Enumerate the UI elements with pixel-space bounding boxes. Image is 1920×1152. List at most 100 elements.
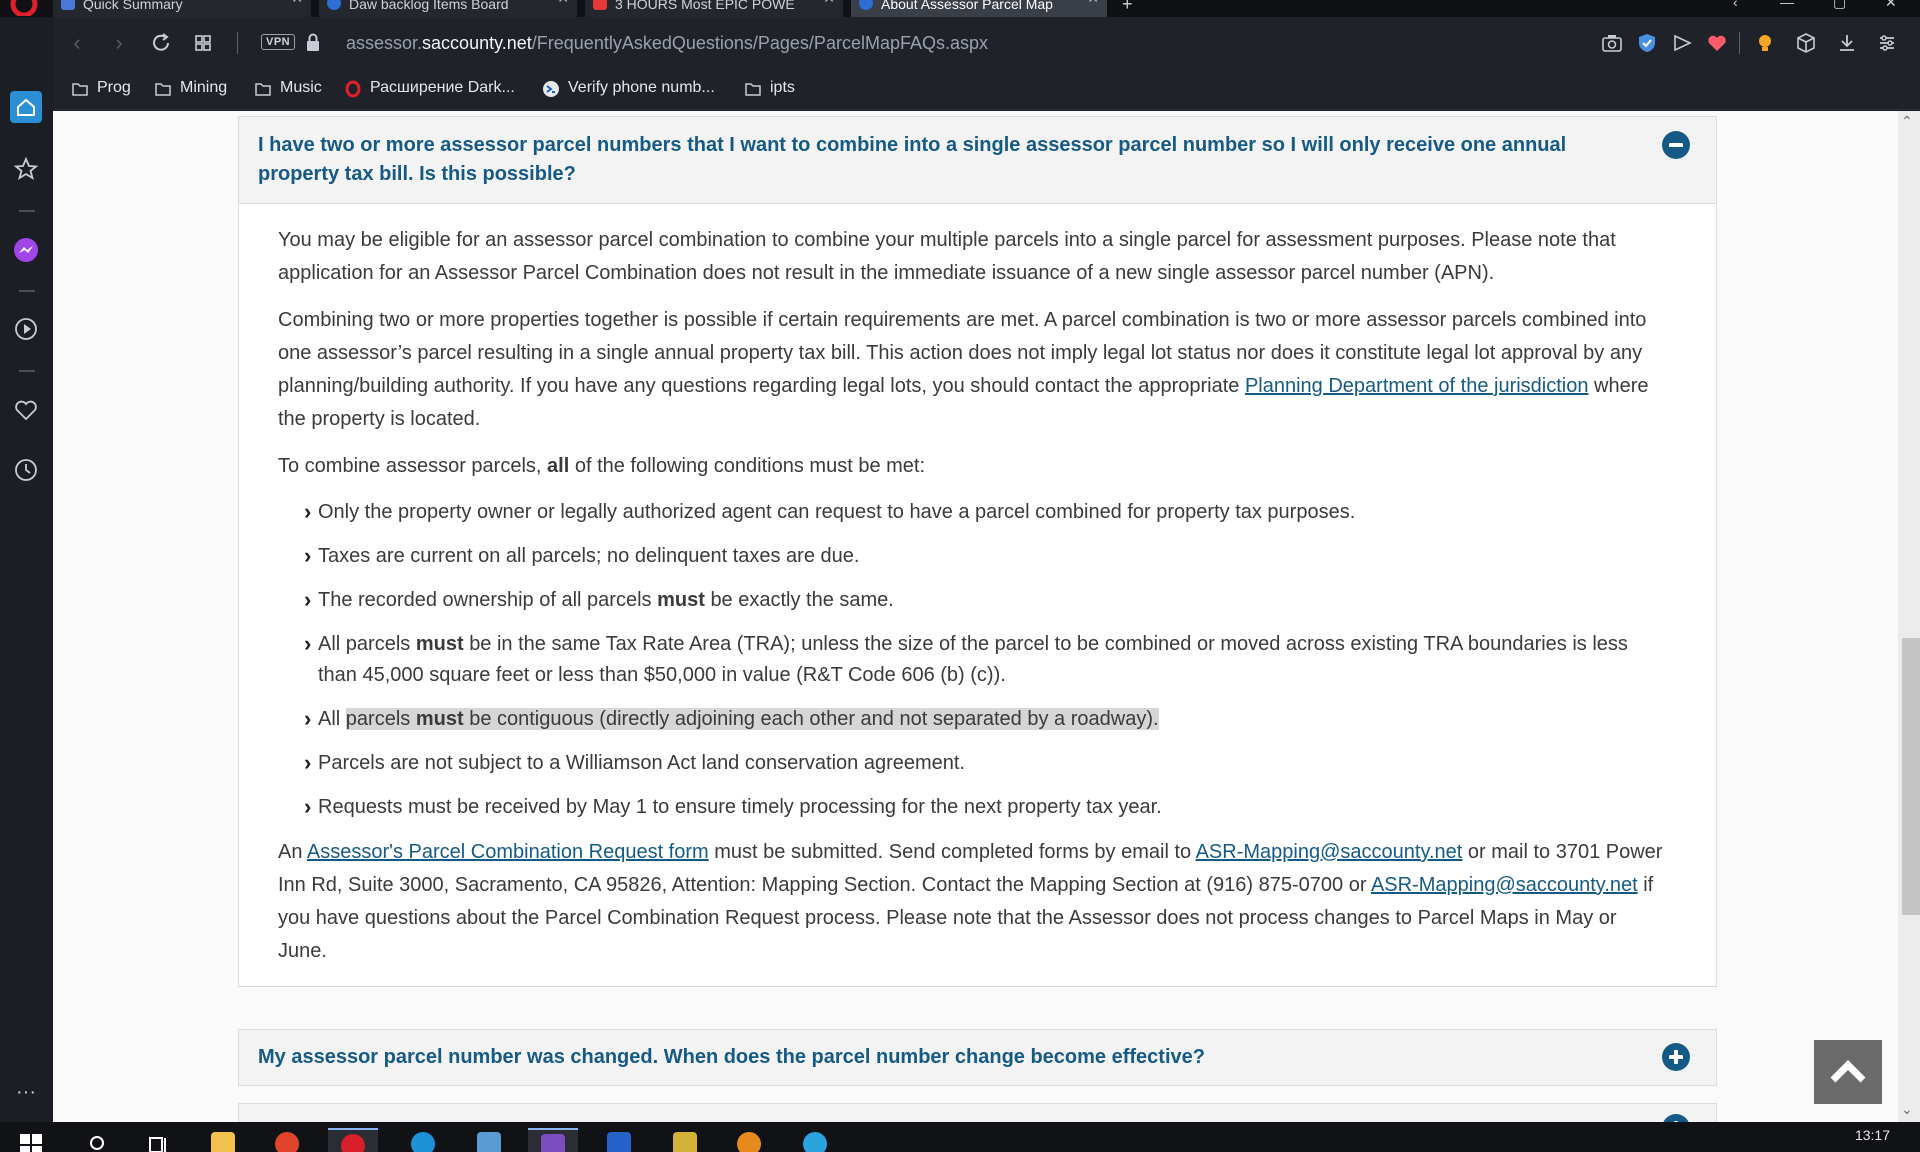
scroll-up-icon[interactable]: ⌃ [1901, 113, 1913, 130]
faq-question-text: My assessor parcel number was changed. W… [258, 1046, 1205, 1068]
send-icon[interactable] [1670, 31, 1694, 55]
paragraph-text: To combine assessor parcels, [278, 455, 542, 477]
vertical-scrollbar[interactable]: ⌃ ⌄ [1898, 111, 1920, 1122]
taskbar-telegram[interactable] [790, 1128, 840, 1152]
bookmark-prog[interactable]: Prog [71, 79, 131, 97]
url-field[interactable]: assessor.saccounty.net/FrequentlyAskedQu… [346, 33, 988, 54]
reload-icon[interactable] [147, 29, 175, 57]
taskbar-skype[interactable] [398, 1128, 448, 1152]
faq-question-header[interactable]: I have two or more assessor parcel numbe… [239, 117, 1716, 204]
shield-icon[interactable] [1635, 31, 1659, 55]
lock-icon[interactable] [306, 32, 320, 52]
camera-icon[interactable] [1600, 31, 1624, 55]
email-link[interactable]: ASR-Mapping@saccounty.net [1371, 874, 1638, 896]
faq-question-header[interactable]: My assessor parcel number was changed. W… [239, 1030, 1716, 1085]
tab-favicon-icon [61, 0, 75, 10]
tab-quick-summary[interactable]: Quick Summary ✕ [53, 0, 311, 17]
tab-youtube-video[interactable]: 3 HOURS Most EPIC POWE ✕ [585, 0, 843, 17]
sidebar-divider [19, 370, 35, 372]
scrollbar-thumb[interactable] [1902, 638, 1920, 915]
selected-text: parcels must be contiguous (directly adj… [345, 708, 1159, 730]
taskbar-explorer[interactable] [198, 1128, 248, 1152]
minimize-icon[interactable]: — [1780, 0, 1794, 10]
close-window-icon[interactable]: ✕ [1885, 0, 1897, 11]
url-path: /FrequentlyAskedQuestions/Pages/ParcelMa… [531, 33, 989, 53]
planning-department-link[interactable]: Planning Department of the jurisdiction [1245, 375, 1589, 397]
heart-flow-icon[interactable] [1705, 31, 1729, 55]
messenger-icon[interactable] [10, 234, 42, 266]
tab-title: About Assessor Parcel Map [881, 0, 1053, 12]
search-icon[interactable] [88, 1134, 108, 1152]
email-link[interactable]: ASR-Mapping@saccounty.net [1196, 841, 1463, 863]
easy-setup-icon[interactable] [1875, 31, 1899, 55]
history-icon[interactable] [10, 454, 42, 486]
taskbar-app-notes[interactable] [660, 1128, 710, 1152]
heart-icon[interactable] [10, 394, 42, 426]
bookmark-ipts[interactable]: ipts [744, 79, 795, 97]
tab-search-icon[interactable]: ‹ [1733, 0, 1738, 10]
tab-backlog-board[interactable]: Daw backlog Items Board ✕ [319, 0, 577, 17]
taskbar: 13:17 [0, 1122, 1920, 1152]
folder-icon [211, 1132, 235, 1152]
star-icon[interactable] [10, 153, 42, 185]
telegram-icon [803, 1132, 827, 1152]
condition-text: be in the same Tax Rate Area (TRA); unle… [318, 633, 1628, 686]
system-clock[interactable]: 13:17 [1855, 1127, 1890, 1143]
taskbar-app-orange[interactable] [724, 1128, 774, 1152]
tab-close-icon[interactable]: ✕ [557, 0, 569, 5]
tab-close-icon[interactable]: ✕ [823, 0, 835, 5]
maximize-icon[interactable]: ▢ [1833, 0, 1846, 11]
faq-question-text: I have two or more assessor parcel numbe… [258, 134, 1567, 185]
bookmark-music[interactable]: Music [254, 79, 322, 97]
player-icon[interactable] [10, 313, 42, 345]
more-icon[interactable]: ··· [10, 1082, 42, 1114]
tab-close-icon[interactable]: ✕ [1087, 0, 1099, 5]
new-tab-icon[interactable]: + [1122, 0, 1133, 15]
windows-start-icon[interactable] [20, 1134, 42, 1152]
expand-plus-icon[interactable] [1662, 1043, 1690, 1071]
cube-icon[interactable] [1794, 31, 1818, 55]
app-icon [737, 1132, 761, 1152]
folder-icon [745, 83, 761, 96]
bookmark-label: ipts [770, 79, 795, 96]
bookmark-mining[interactable]: Mining [154, 79, 227, 97]
forward-icon[interactable]: › [105, 29, 133, 57]
expand-plus-icon[interactable] [1662, 1114, 1690, 1122]
sidebar-divider [19, 290, 35, 292]
condition-text: Requests must be received by May 1 to en… [318, 796, 1162, 818]
tabs-grid-icon[interactable] [189, 29, 217, 57]
page-content: I have two or more assessor parcel numbe… [53, 111, 1920, 1122]
scroll-down-icon[interactable]: ⌄ [1901, 1101, 1913, 1118]
taskbar-opera[interactable] [328, 1128, 378, 1152]
tab-favicon-icon [859, 0, 873, 10]
condition-text: All parcels [318, 633, 411, 655]
bookmark-dark-extension[interactable]: Расширение Dark... [344, 79, 515, 98]
bold-text: must [415, 633, 464, 655]
answer-paragraph-4: An Assessor's Parcel Combination Request… [278, 836, 1666, 968]
conditions-list: Only the property owner or legally autho… [304, 496, 1666, 823]
faq-question-header[interactable] [239, 1104, 1716, 1122]
vpn-badge[interactable]: VPN [261, 34, 296, 50]
task-view-icon[interactable] [148, 1134, 170, 1152]
scroll-to-top-button[interactable] [1814, 1040, 1882, 1104]
taskbar-chrome[interactable] [262, 1128, 312, 1152]
taskbar-visual-studio[interactable] [528, 1128, 578, 1152]
collapse-minus-icon[interactable] [1662, 131, 1690, 159]
condition-text: All [318, 708, 341, 730]
tab-parcel-map-faqs[interactable]: About Assessor Parcel Map ✕ [851, 0, 1107, 17]
taskbar-app-check[interactable] [464, 1128, 514, 1152]
tab-close-icon[interactable]: ✕ [291, 0, 303, 5]
download-icon[interactable] [1835, 31, 1859, 55]
home-icon[interactable] [10, 91, 42, 123]
chevron-up-icon [1830, 1060, 1866, 1083]
bookmark-verify-phone[interactable]: Verify phone numb... [542, 79, 715, 97]
back-icon[interactable]: ‹ [63, 29, 91, 57]
request-form-link[interactable]: Assessor's Parcel Combination Request fo… [307, 841, 709, 863]
opera-logo-icon[interactable] [10, 0, 38, 16]
opera-icon [341, 1134, 365, 1152]
bold-text: must [415, 708, 464, 730]
folder-icon [155, 83, 171, 96]
url-domain: saccounty.net [422, 33, 532, 53]
taskbar-app-blue[interactable] [594, 1128, 644, 1152]
bulb-icon[interactable] [1753, 31, 1777, 55]
